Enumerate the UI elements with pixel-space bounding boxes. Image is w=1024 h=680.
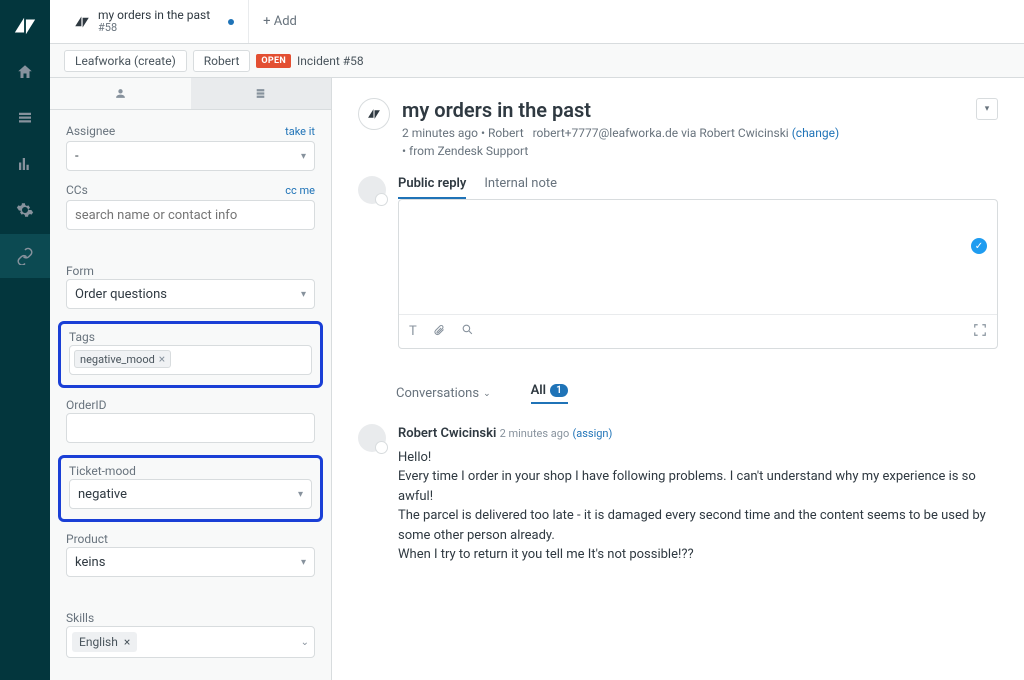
tab-bar: my orders in the past #58 + Add — [50, 0, 1024, 44]
all-filter[interactable]: All 1 — [531, 383, 568, 404]
mood-select[interactable]: negative▾ — [69, 479, 312, 509]
ccs-input-field[interactable] — [75, 208, 306, 223]
unsaved-dot-icon — [228, 19, 234, 25]
expand-icon[interactable] — [973, 323, 987, 341]
tags-highlight: Tags negative_mood× — [58, 321, 323, 388]
reply-editor[interactable]: ✓ T — [398, 199, 998, 349]
skills-select[interactable]: English× ⌄ — [66, 626, 315, 658]
ticket-meta: 2 minutes ago • Robert robert+7777@leafw… — [402, 124, 839, 160]
orderid-label: OrderID — [66, 398, 107, 412]
breadcrumb: Leafworka (create) Robert OPEN Incident … — [50, 44, 1024, 78]
ticket-icon — [74, 14, 90, 30]
sidebar-tab-user[interactable] — [50, 78, 191, 109]
ccs-label: CCs — [66, 183, 88, 197]
tag-pill[interactable]: negative_mood× — [74, 350, 171, 368]
skill-remove-icon[interactable]: × — [124, 635, 130, 649]
message-time: 2 minutes ago — [500, 427, 570, 440]
org-chip[interactable]: Leafworka (create) — [64, 50, 187, 72]
message-avatar-icon — [358, 424, 386, 452]
form-select[interactable]: Order questions▾ — [66, 279, 315, 309]
incident-label: Incident #58 — [297, 54, 364, 68]
status-badge: OPEN — [256, 54, 291, 68]
orderid-input[interactable] — [66, 413, 315, 443]
skills-label: Skills — [66, 611, 94, 625]
product-label: Product — [66, 532, 108, 546]
assign-link[interactable]: (assign) — [572, 427, 612, 440]
sidebar-tab-ticket[interactable] — [191, 78, 332, 109]
tab-public-reply[interactable]: Public reply — [398, 176, 466, 199]
change-link[interactable]: (change) — [792, 126, 839, 140]
nav-rail — [0, 0, 50, 680]
ticket-content: my orders in the past 2 minutes ago • Ro… — [332, 78, 1024, 680]
add-tab-button[interactable]: + Add — [249, 0, 311, 43]
conversations-filter[interactable]: Conversations ⌄ — [396, 386, 491, 401]
message-body: Hello! Every time I order in your shop I… — [398, 448, 998, 565]
search-icon[interactable] — [461, 323, 474, 340]
format-text-icon[interactable]: T — [409, 324, 417, 339]
product-select[interactable]: keins▾ — [66, 547, 315, 577]
check-icon: ✓ — [971, 238, 987, 254]
assignee-label: Assignee — [66, 124, 115, 138]
ticket-title: my orders in the past — [402, 98, 839, 122]
cc-me-link[interactable]: cc me — [285, 184, 315, 197]
mood-label: Ticket-mood — [69, 464, 136, 478]
ticket-tab[interactable]: my orders in the past #58 — [60, 0, 249, 43]
nav-link-icon[interactable] — [0, 234, 50, 278]
nav-reports-icon[interactable] — [0, 142, 50, 186]
ccs-input[interactable] — [66, 200, 315, 230]
take-it-link[interactable]: take it — [285, 125, 315, 138]
nav-views-icon[interactable] — [0, 96, 50, 140]
tag-remove-icon[interactable]: × — [159, 352, 165, 366]
all-count-badge: 1 — [550, 384, 568, 397]
message-author: Robert Cwicinski — [398, 426, 496, 441]
tab-internal-note[interactable]: Internal note — [484, 176, 557, 199]
requester-avatar-icon — [358, 98, 390, 130]
message: Robert Cwicinski 2 minutes ago (assign) … — [332, 410, 1024, 579]
agent-avatar-icon — [358, 176, 386, 204]
tab-sub: #58 — [98, 22, 210, 34]
ticket-menu-button[interactable]: ▾ — [976, 98, 998, 120]
zendesk-logo-icon — [13, 14, 37, 38]
nav-home-icon[interactable] — [0, 50, 50, 94]
assignee-select[interactable]: -▾ — [66, 141, 315, 171]
tags-input[interactable]: negative_mood× — [69, 345, 312, 375]
nav-admin-icon[interactable] — [0, 188, 50, 232]
user-chip[interactable]: Robert — [193, 50, 251, 72]
form-label: Form — [66, 264, 94, 278]
attach-icon[interactable] — [433, 323, 445, 341]
ticket-sidebar: Assignee take it -▾ CCs cc me — [50, 78, 332, 680]
tags-label: Tags — [69, 330, 95, 344]
mood-highlight: Ticket-mood negative▾ — [58, 455, 323, 522]
